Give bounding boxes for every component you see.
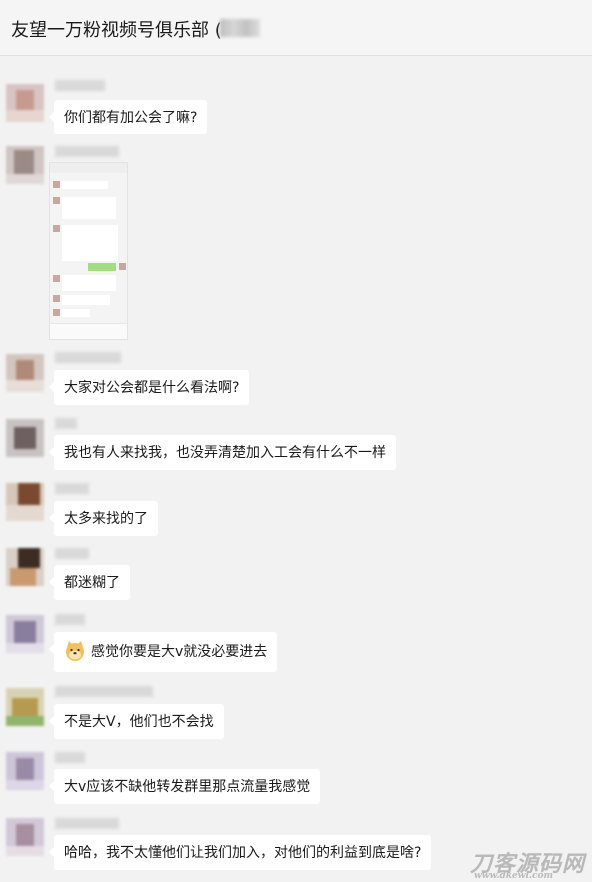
message-bubble[interactable]: 我也有人来找我，也没弄清楚加入工会有什么不一样 [49, 435, 396, 470]
message-bubble[interactable]: 大v应该不缺他转发群里那点流量我感觉 [48, 769, 321, 804]
message-bubble[interactable]: 哈哈，我不太懂他们让我们加入，对他们的利益到底是啥? [48, 835, 432, 870]
thumbnail-avatar [53, 181, 60, 188]
thumbnail-avatar [53, 197, 60, 204]
message-bubble[interactable]: 都迷糊了 [49, 565, 130, 600]
thumbnail-input-bar [50, 323, 127, 339]
chat-header: 友望一万粉视频号俱乐部 ( [0, 0, 592, 56]
blurred-title-suffix [220, 19, 260, 37]
avatar[interactable] [6, 84, 44, 122]
sender-name-blurred [55, 483, 89, 494]
thumbnail-own-bubble [88, 263, 116, 271]
avatar[interactable] [6, 615, 44, 653]
sender-name-blurred [55, 418, 77, 429]
thumbnail-avatar [53, 309, 60, 316]
avatar[interactable] [6, 146, 44, 184]
chat-screenshot-thumbnail[interactable] [49, 162, 128, 340]
sender-name-blurred [55, 352, 121, 363]
message-bubble[interactable]: 感觉你要是大v就没必要进去 [48, 632, 278, 672]
sender-name-blurred [55, 614, 85, 625]
avatar[interactable] [6, 688, 44, 726]
thumbnail-bubble [62, 197, 116, 219]
avatar[interactable] [6, 752, 44, 790]
message-bubble[interactable]: 大家对公会都是什么看法啊? [48, 370, 250, 405]
thumbnail-bubble [62, 295, 110, 305]
sender-name-blurred [55, 752, 85, 763]
thumbnail-bubble [62, 225, 118, 261]
message-bubble[interactable]: 太多来找的了 [49, 501, 158, 536]
avatar[interactable] [6, 419, 44, 457]
thumbnail-avatar [53, 225, 60, 232]
doge-emoji-icon [66, 640, 84, 661]
sender-name-blurred [55, 686, 153, 697]
sender-name-blurred [55, 146, 119, 157]
watermark-url: www.dkewl.com [474, 871, 554, 881]
avatar[interactable] [6, 818, 44, 856]
message-bubble[interactable]: 不是大V，他们也不会找 [49, 704, 224, 739]
thumbnail-status-bar [50, 163, 127, 173]
message-text: 感觉你要是大v就没必要进去 [91, 644, 268, 660]
message-bubble[interactable]: 你们都有加公会了嘛? [48, 100, 208, 134]
thumbnail-avatar [53, 295, 60, 302]
thumbnail-avatar [53, 275, 60, 282]
thumbnail-bubble [62, 309, 90, 317]
avatar[interactable] [6, 483, 44, 521]
chat-title: 友望一万粉视频号俱乐部 ( [11, 20, 222, 41]
thumbnail-bubble [62, 181, 108, 189]
thumbnail-bubble [62, 275, 116, 291]
site-watermark: 刀客源码网 www.dkewl.com [470, 846, 585, 881]
avatar[interactable] [6, 548, 44, 586]
sender-name-blurred [55, 80, 105, 91]
sender-name-blurred [55, 818, 119, 829]
avatar[interactable] [6, 354, 44, 392]
sender-name-blurred [55, 548, 89, 559]
thumbnail-avatar [119, 263, 126, 270]
